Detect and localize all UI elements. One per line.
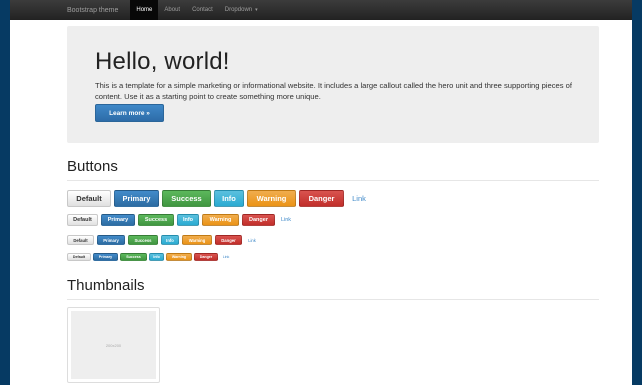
link-button-xsmall[interactable]: Link bbox=[220, 253, 232, 261]
buttons-row-small: Default Primary Success Info Warning Dan… bbox=[67, 235, 262, 245]
nav-item-about[interactable]: About bbox=[158, 0, 186, 20]
caret-down-icon: ▾ bbox=[255, 7, 258, 13]
info-button-small[interactable]: Info bbox=[161, 235, 179, 245]
primary-button-medium[interactable]: Primary bbox=[101, 214, 135, 226]
jumbotron-text: This is a template for a simple marketin… bbox=[95, 81, 572, 101]
buttons-heading: Buttons bbox=[67, 158, 118, 175]
success-button-medium[interactable]: Success bbox=[138, 214, 174, 226]
danger-button-large[interactable]: Danger bbox=[299, 190, 344, 207]
thumbnail[interactable]: 200x200 bbox=[67, 307, 160, 383]
learn-more-button[interactable]: Learn more » bbox=[95, 104, 164, 122]
success-button-xsmall[interactable]: Success bbox=[120, 253, 147, 261]
default-button-medium[interactable]: Default bbox=[67, 214, 98, 226]
primary-button-small[interactable]: Primary bbox=[97, 235, 125, 245]
buttons-divider bbox=[67, 180, 599, 181]
info-button-large[interactable]: Info bbox=[214, 190, 244, 207]
default-button-xsmall[interactable]: Default bbox=[67, 253, 91, 261]
jumbotron-heading: Hello, world! bbox=[95, 48, 230, 75]
danger-button-medium[interactable]: Danger bbox=[242, 214, 275, 226]
nav-dropdown-label: Dropdown bbox=[224, 7, 253, 13]
info-button-medium[interactable]: Info bbox=[177, 214, 199, 226]
link-button-small[interactable]: Link bbox=[245, 235, 259, 245]
default-button-small[interactable]: Default bbox=[67, 235, 94, 245]
buttons-row-large: Default Primary Success Info Warning Dan… bbox=[67, 190, 374, 207]
warning-button-large[interactable]: Warning bbox=[247, 190, 296, 207]
navbar-brand[interactable]: Bootstrap theme bbox=[10, 0, 118, 20]
buttons-row-xsmall: Default Primary Success Info Warning Dan… bbox=[67, 253, 234, 261]
link-button-large[interactable]: Link bbox=[347, 190, 371, 207]
link-button-medium[interactable]: Link bbox=[278, 214, 294, 226]
danger-button-xsmall[interactable]: Danger bbox=[194, 253, 218, 261]
warning-button-small[interactable]: Warning bbox=[182, 235, 212, 245]
browser-page: Bootstrap theme Home About Contact Dropd… bbox=[10, 0, 632, 385]
danger-button-small[interactable]: Danger bbox=[215, 235, 242, 245]
primary-button-xsmall[interactable]: Primary bbox=[93, 253, 118, 261]
warning-button-medium[interactable]: Warning bbox=[202, 214, 239, 226]
jumbotron: Hello, world! This is a template for a s… bbox=[67, 26, 599, 143]
thumbnails-heading: Thumbnails bbox=[67, 277, 145, 294]
success-button-small[interactable]: Success bbox=[128, 235, 158, 245]
navbar: Bootstrap theme Home About Contact Dropd… bbox=[10, 0, 632, 20]
warning-button-xsmall[interactable]: Warning bbox=[166, 253, 192, 261]
thumbnails-divider bbox=[67, 299, 599, 300]
buttons-row-medium: Default Primary Success Info Warning Dan… bbox=[67, 214, 297, 226]
thumbnail-placeholder-label: 200x200 bbox=[105, 342, 122, 348]
nav-item-contact[interactable]: Contact bbox=[186, 0, 219, 20]
nav-item-home[interactable]: Home bbox=[130, 0, 159, 20]
nav-item-dropdown[interactable]: Dropdown ▾ bbox=[219, 0, 264, 20]
primary-button-large[interactable]: Primary bbox=[114, 190, 159, 207]
default-button-large[interactable]: Default bbox=[67, 190, 111, 207]
info-button-xsmall[interactable]: Info bbox=[149, 253, 164, 261]
thumbnail-placeholder-image: 200x200 bbox=[71, 311, 156, 379]
success-button-large[interactable]: Success bbox=[162, 190, 211, 207]
